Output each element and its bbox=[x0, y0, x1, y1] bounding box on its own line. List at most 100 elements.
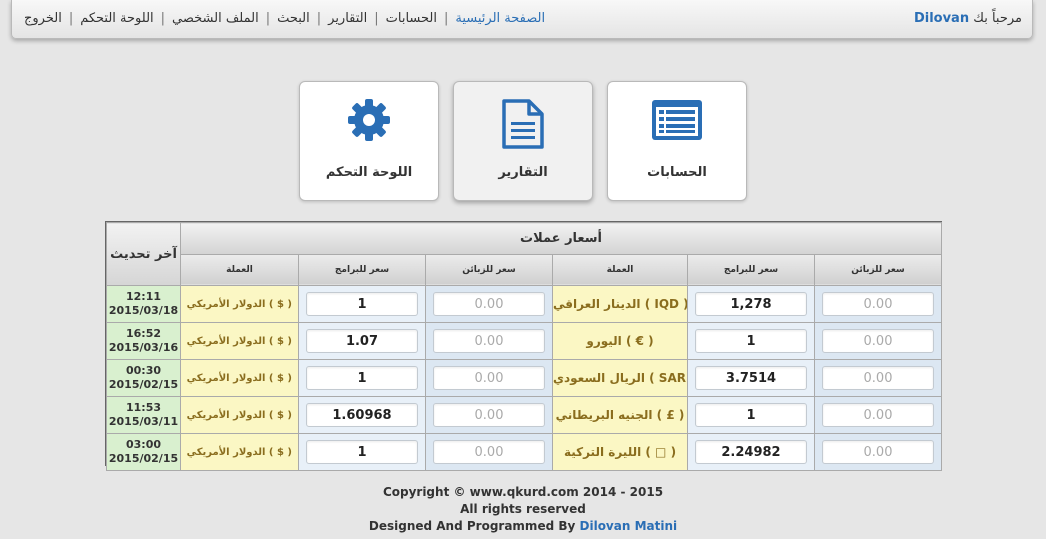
tile-accounts[interactable]: الحسابات bbox=[607, 81, 747, 201]
column-header-currency: العملة bbox=[180, 253, 299, 286]
menu-separator: | bbox=[265, 11, 271, 26]
last-update-cell: 11:53 2015/03/11 bbox=[106, 396, 181, 434]
program-price-cell: 3.7514 bbox=[687, 359, 815, 397]
program-price-cell: 1 bbox=[687, 322, 815, 360]
menu-home[interactable]: الصفحة الرئيسية bbox=[455, 11, 545, 26]
program-price-input[interactable]: 1 bbox=[306, 292, 418, 316]
menu-accounts[interactable]: الحسابات bbox=[386, 11, 437, 26]
customer-price-input[interactable]: 0.00 bbox=[433, 329, 545, 353]
gear-icon bbox=[300, 98, 438, 148]
rates-title: أسعار عملات bbox=[179, 222, 943, 255]
update-date: 2015/02/15 bbox=[108, 378, 179, 391]
customer-price-input[interactable]: 0.00 bbox=[433, 403, 545, 427]
last-update-cell: 12:11 2015/03/18 bbox=[106, 285, 181, 323]
program-price-cell: 2.24982 bbox=[687, 433, 815, 471]
footer-credits: Designed And Programmed By Dilovan Matin… bbox=[0, 519, 1046, 533]
menu-search[interactable]: البحث bbox=[277, 11, 310, 26]
welcome-message: مرحباً بك Dilovan bbox=[914, 11, 1022, 26]
program-price-input[interactable]: 1 bbox=[695, 403, 807, 427]
menu-separator: | bbox=[160, 11, 166, 26]
footer-rights: All rights reserved bbox=[460, 502, 586, 516]
currency-cell: اليورو ( € ) bbox=[552, 322, 688, 360]
menu-separator: | bbox=[68, 11, 74, 26]
program-price-input[interactable]: 1 bbox=[306, 366, 418, 390]
program-price-input[interactable]: 1,278 bbox=[695, 292, 807, 316]
program-price-cell: 1.60968 bbox=[298, 396, 426, 434]
currency-cell: الليرة التركية ( □ ) bbox=[552, 433, 688, 471]
last-update-header: آخر تحديث bbox=[106, 222, 181, 286]
customer-price-cell: 0.00 bbox=[425, 359, 553, 397]
last-update-cell: 03:00 2015/02/15 bbox=[106, 433, 181, 471]
currency-cell: الدولار الأمريكي ( $ ) bbox=[180, 396, 299, 434]
customer-price-input[interactable]: 0.00 bbox=[822, 366, 935, 390]
list-icon bbox=[608, 98, 746, 148]
menu-separator: | bbox=[443, 11, 449, 26]
menu-logout[interactable]: الخروج bbox=[24, 11, 62, 26]
customer-price-input[interactable]: 0.00 bbox=[822, 329, 935, 353]
program-price-cell: 1 bbox=[298, 359, 426, 397]
customer-price-input[interactable]: 0.00 bbox=[822, 403, 935, 427]
customer-price-input[interactable]: 0.00 bbox=[433, 292, 545, 316]
program-price-cell: 1,278 bbox=[687, 285, 815, 323]
program-price-cell: 1 bbox=[298, 433, 426, 471]
currency-cell: الجنيه البريطاني ( £ ) bbox=[552, 396, 688, 434]
tile-control-panel[interactable]: اللوحة التحكم bbox=[299, 81, 439, 201]
main-menu: الصفحة الرئيسية | الحسابات | التقارير | البحث |… bbox=[24, 11, 545, 26]
program-price-cell: 1 bbox=[687, 396, 815, 434]
customer-price-cell: 0.00 bbox=[813, 322, 943, 360]
column-header-customer-price: سعر للزبائن bbox=[425, 253, 553, 286]
customer-price-input[interactable]: 0.00 bbox=[433, 366, 545, 390]
tile-reports[interactable]: التقارير bbox=[453, 81, 593, 201]
update-time: 00:30 bbox=[125, 364, 161, 377]
customer-price-cell: 0.00 bbox=[813, 285, 943, 323]
program-price-input[interactable]: 1.07 bbox=[306, 329, 418, 353]
menu-control-panel[interactable]: اللوحة التحكم bbox=[80, 11, 153, 26]
menu-profile[interactable]: الملف الشخصي bbox=[172, 11, 259, 26]
customer-price-cell: 0.00 bbox=[813, 433, 943, 471]
update-time: 11:53 bbox=[125, 401, 161, 414]
currency-cell: الدولار الأمريكي ( $ ) bbox=[180, 322, 299, 360]
table-row: 11:53 2015/03/11 الدولار الأمريكي ( $ ) 1… bbox=[106, 396, 943, 434]
customer-price-cell: 0.00 bbox=[813, 359, 943, 397]
currency-cell: الريال السعودي ( SAR ) bbox=[552, 359, 688, 397]
welcome-text: مرحباً بك bbox=[973, 11, 1022, 26]
program-price-input[interactable]: 3.7514 bbox=[695, 366, 807, 390]
program-price-input[interactable]: 1.60968 bbox=[306, 403, 418, 427]
update-date: 2015/03/18 bbox=[108, 304, 179, 317]
currency-rates-panel: آخر تحديث أسعار عملات العملة سعر للبرامج… bbox=[105, 221, 943, 471]
update-time: 12:11 bbox=[125, 290, 161, 303]
customer-price-cell: 0.00 bbox=[425, 433, 553, 471]
program-price-cell: 1 bbox=[298, 285, 426, 323]
author-link[interactable]: Dilovan Matini bbox=[580, 519, 678, 533]
customer-price-input[interactable]: 0.00 bbox=[822, 440, 935, 464]
last-update-cell: 00:30 2015/02/15 bbox=[106, 359, 181, 397]
program-price-input[interactable]: 2.24982 bbox=[695, 440, 807, 464]
program-price-input[interactable]: 1 bbox=[306, 440, 418, 464]
table-row: 12:11 2015/03/18 الدولار الأمريكي ( $ ) 1… bbox=[106, 285, 943, 323]
column-header-program-price: سعر للبرامج bbox=[687, 253, 815, 286]
column-header-customer-price: سعر للزبائن bbox=[813, 253, 943, 286]
customer-price-cell: 0.00 bbox=[813, 396, 943, 434]
currency-cell: الدولار الأمريكي ( $ ) bbox=[180, 433, 299, 471]
username-link[interactable]: Dilovan bbox=[914, 11, 969, 26]
menu-reports[interactable]: التقارير bbox=[328, 11, 367, 26]
update-date: 2015/03/16 bbox=[108, 341, 179, 354]
customer-price-input[interactable]: 0.00 bbox=[822, 292, 935, 316]
menu-separator: | bbox=[316, 11, 322, 26]
customer-price-cell: 0.00 bbox=[425, 285, 553, 323]
menu-separator: | bbox=[374, 11, 379, 26]
tile-label: الحسابات bbox=[647, 165, 707, 180]
document-icon bbox=[454, 98, 592, 149]
customer-price-cell: 0.00 bbox=[425, 322, 553, 360]
rates-table: آخر تحديث أسعار عملات العملة سعر للبرامج… bbox=[106, 222, 943, 471]
program-price-input[interactable]: 1 bbox=[695, 329, 807, 353]
column-header-program-price: سعر للبرامج bbox=[298, 253, 426, 286]
table-row: 16:52 2015/03/16 الدولار الأمريكي ( $ ) 1… bbox=[106, 322, 943, 360]
customer-price-cell: 0.00 bbox=[425, 396, 553, 434]
update-time: 03:00 bbox=[125, 438, 161, 451]
tile-label: التقارير bbox=[498, 165, 548, 180]
program-price-cell: 1.07 bbox=[298, 322, 426, 360]
customer-price-input[interactable]: 0.00 bbox=[433, 440, 545, 464]
top-navbar: مرحباً بك Dilovan الصفحة الرئيسية | الحساب… bbox=[11, 0, 1033, 39]
currency-cell: الدولار الأمريكي ( $ ) bbox=[180, 359, 299, 397]
